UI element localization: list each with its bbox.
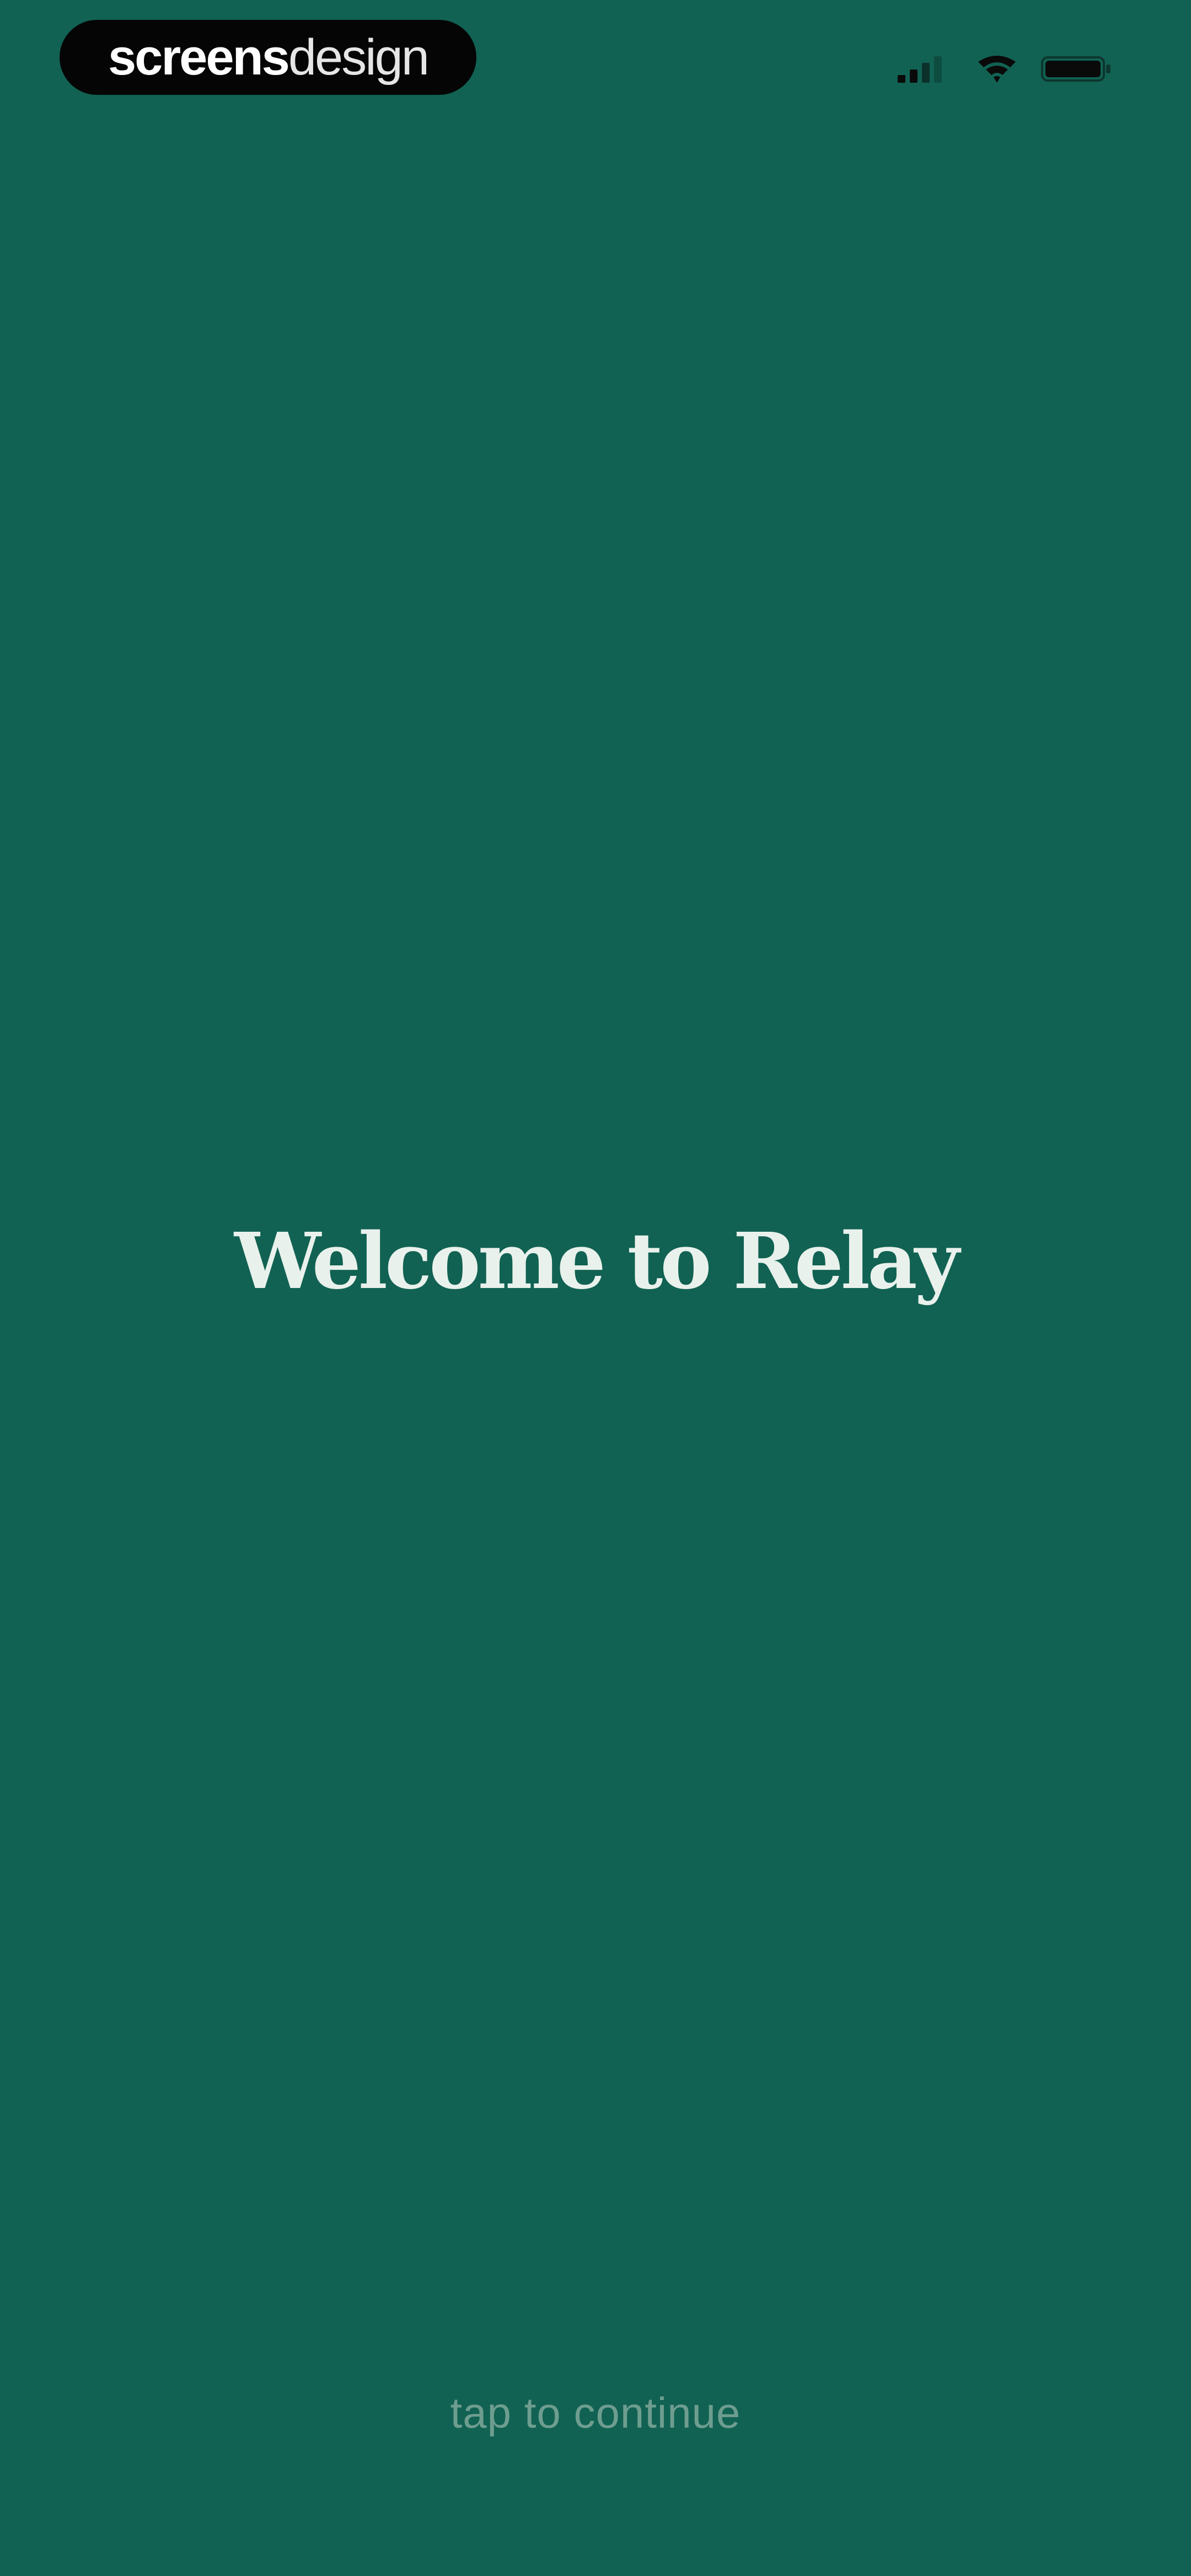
tap-to-continue-hint[interactable]: tap to continue bbox=[0, 2391, 1191, 2434]
welcome-screen[interactable]: screens design Welcome to Relay tap to co… bbox=[0, 0, 1191, 2576]
battery-icon bbox=[1041, 56, 1110, 82]
brand-text-light: design bbox=[288, 29, 430, 85]
signal-icon bbox=[898, 56, 942, 83]
screensdesign-watermark: screens design bbox=[60, 20, 476, 95]
brand-text-bold: screens bbox=[108, 29, 290, 85]
wifi-icon bbox=[978, 56, 1016, 83]
status-bar: screens design bbox=[0, 0, 1191, 116]
welcome-title: Welcome to Relay bbox=[234, 1216, 959, 1307]
